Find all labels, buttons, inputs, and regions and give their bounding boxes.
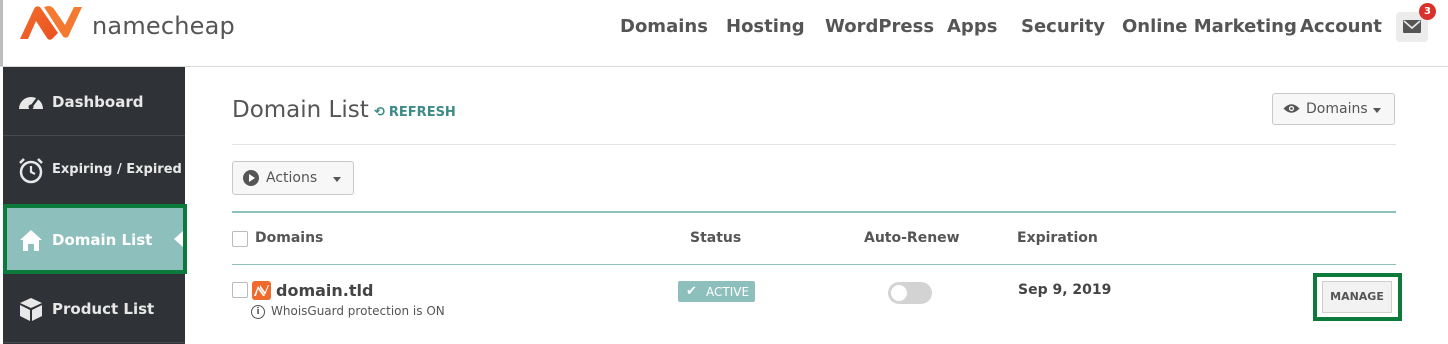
nav-online-marketing[interactable]: Online Marketing [1122,16,1297,37]
view-filter-dropdown[interactable]: Domains [1272,93,1395,125]
nav-hosting[interactable]: Hosting [726,16,805,37]
namecheap-logo-icon [20,6,82,40]
window-edge [0,0,3,66]
select-all-checkbox[interactable] [232,231,248,247]
brand-name: namecheap [92,12,235,40]
sidebar-item-product-list[interactable]: Product List [3,274,185,343]
top-header: namecheap Domains Hosting WordPress Apps… [0,0,1448,67]
info-icon: i [251,305,265,319]
nav-domains[interactable]: Domains [620,16,708,37]
chevron-down-icon [1373,108,1381,113]
page-title: Domain List [232,97,369,123]
sidebar-item-domain-list[interactable]: Domain List [3,205,185,274]
refresh-label: REFRESH [388,105,456,120]
actions-dropdown[interactable]: Actions [232,161,354,195]
column-header-expiration: Expiration [1017,230,1098,246]
envelope-icon [1403,20,1421,33]
nav-apps[interactable]: Apps [947,16,997,37]
view-filter-label: Domains [1306,101,1368,117]
whoisguard-status: WhoisGuard protection is ON [271,304,445,318]
status-badge: ✔ ACTIVE [678,281,755,302]
chevron-down-icon [333,177,341,182]
status-label: ACTIVE [706,285,750,299]
namecheap-domain-icon [252,281,271,300]
column-header-auto-renew: Auto-Renew [864,230,960,246]
row-checkbox[interactable] [232,282,248,298]
table-top-border [232,211,1396,213]
sidebar-item-dashboard[interactable]: Dashboard [3,67,185,136]
column-header-domains: Domains [255,230,324,246]
namecheap-logo[interactable]: namecheap [18,3,235,45]
eye-icon [1283,104,1300,113]
sidebar: Dashboard Expiring / Expired Domain List… [3,67,185,344]
nav-security[interactable]: Security [1021,16,1105,37]
sidebar-item-label: Dashboard [52,93,144,111]
play-icon [243,170,259,186]
home-icon [20,230,42,251]
checkmark-icon: ✔ [686,284,697,299]
notification-badge: 3 [1419,3,1436,20]
actions-label: Actions [266,170,318,186]
box-icon [20,298,42,321]
table-header-separator [232,264,1396,265]
messages-button[interactable]: 3 [1396,3,1436,42]
nav-account[interactable]: Account [1300,16,1382,37]
dashboard-gauge-icon [19,97,43,110]
auto-renew-toggle[interactable] [888,282,932,304]
clock-timer-icon [19,158,43,184]
sidebar-item-label: Product List [52,300,155,318]
divider [232,144,1396,145]
manage-button[interactable]: MANAGE [1322,281,1392,313]
sidebar-item-expiring[interactable]: Expiring / Expired [3,136,185,205]
toggle-knob [891,285,907,301]
refresh-button[interactable]: ⟲ REFRESH [374,105,456,120]
refresh-icon: ⟲ [374,105,385,120]
domain-name[interactable]: domain.tld [276,281,373,300]
nav-wordpress[interactable]: WordPress [825,16,934,37]
column-header-status: Status [690,230,742,246]
sidebar-item-label: Expiring / Expired [52,162,182,177]
expiration-date: Sep 9, 2019 [1018,282,1112,298]
sidebar-item-label: Domain List [52,231,153,249]
